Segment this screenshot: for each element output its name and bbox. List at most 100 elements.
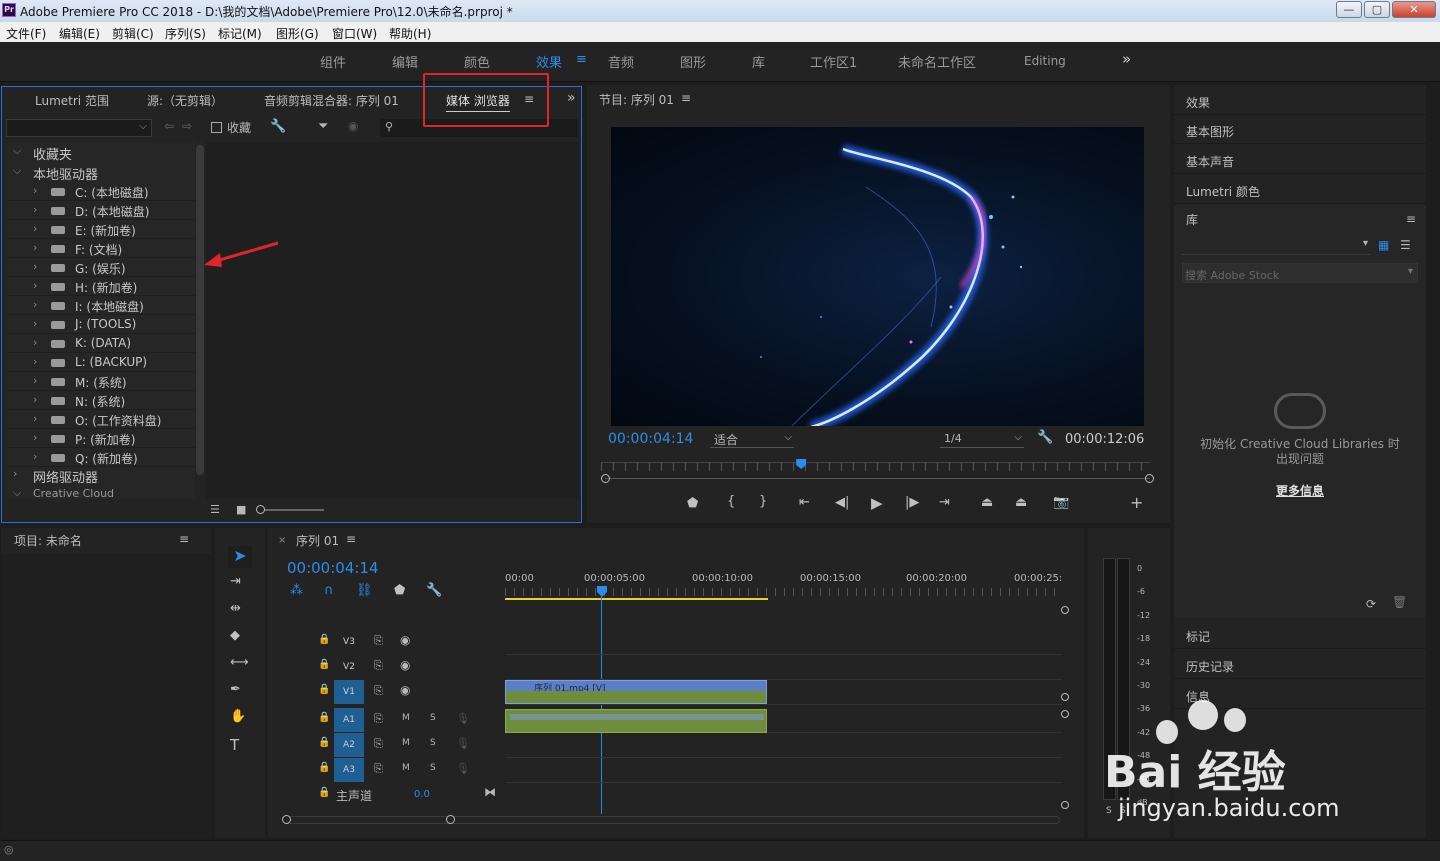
pen-tool-icon[interactable]: ✒ (230, 682, 241, 697)
zoom-slider-handle[interactable] (256, 505, 265, 514)
lock-icon[interactable]: 🔒 (318, 762, 330, 773)
icon-view-icon[interactable]: ■ (236, 503, 246, 516)
close-button[interactable]: ✕ (1392, 1, 1436, 18)
panel-essential-graphics[interactable]: 基本图形 (1174, 115, 1426, 144)
mic-icon[interactable]: 🎙 (456, 712, 470, 725)
quality-dropdown[interactable]: 1/4 ⌵ (940, 430, 1024, 448)
track-select-tool-icon[interactable]: ⇥ (230, 574, 241, 589)
sync-lock-icon[interactable]: ⎘ (374, 659, 383, 673)
eye-icon[interactable]: ◉ (400, 633, 410, 647)
project-title[interactable]: 项目: 未命名 (14, 532, 82, 549)
list-view-icon[interactable]: ☰ (210, 503, 220, 516)
video-clip[interactable]: 序列 01.mp4 [V] (505, 680, 767, 704)
tree-item-drive[interactable]: › D: (本地磁盘) (7, 201, 195, 220)
more-info-link[interactable]: 更多信息 (1174, 482, 1426, 499)
panel-menu-icon[interactable]: ≡ (346, 532, 356, 546)
sync-lock-icon[interactable]: ⎘ (374, 684, 383, 698)
panel-markers[interactable]: 标记 (1174, 620, 1426, 649)
solo-left-button[interactable]: S (1106, 806, 1112, 816)
tree-item-drive[interactable]: › O: (工作资料盘) (7, 410, 195, 429)
tree-item-local-drives[interactable]: ⌵ 本地驱动器 (7, 162, 195, 183)
panel-lumetri-color[interactable]: Lumetri 颜色 (1174, 175, 1426, 204)
minimize-button[interactable]: — (1336, 1, 1362, 18)
workspace-menu-icon[interactable]: ≡ (576, 52, 587, 67)
mic-icon[interactable]: 🎙 (456, 762, 470, 775)
panel-menu-icon[interactable]: ≡ (681, 91, 691, 105)
favorites-checkbox[interactable] (211, 122, 222, 133)
mute-button[interactable]: M (402, 763, 410, 773)
nest-icon[interactable]: ⁂ (290, 583, 303, 598)
workspace-tab-editing[interactable]: 编辑 (392, 52, 418, 71)
export-frame-icon[interactable]: 📷 (1053, 495, 1069, 510)
tree-scrollbar[interactable] (196, 145, 204, 475)
sync-lock-icon[interactable]: ⎘ (374, 712, 383, 726)
lock-icon[interactable]: 🔒 (318, 787, 330, 798)
vscroll-handle-top[interactable] (1061, 606, 1069, 614)
hscroll-end-handle[interactable] (446, 815, 455, 824)
workspace-tab-editing-en[interactable]: Editing (1024, 54, 1066, 68)
audio-track-header[interactable]: 🔒 A1 ⎘ M S 🎙 (270, 708, 506, 732)
tab-source[interactable]: 源:（无剪辑） (147, 92, 223, 109)
linked-selection-icon[interactable]: ⛓ (356, 583, 373, 598)
tree-item-drive[interactable]: › J: (TOOLS) (7, 315, 195, 334)
hscroll-start-handle[interactable] (282, 815, 291, 824)
button-editor-plus-icon[interactable]: + (1130, 493, 1143, 512)
tree-item-drive[interactable]: › G: (娱乐) (7, 258, 195, 277)
track-target[interactable]: A3 (334, 758, 364, 782)
back-arrow-icon[interactable]: ⇦ (164, 119, 174, 133)
panel-menu-icon[interactable]: ≡ (1406, 212, 1416, 226)
tree-item-drive[interactable]: › E: (新加卷) (7, 220, 195, 239)
menu-window[interactable]: 窗口(W) (332, 25, 377, 42)
tree-item-drive[interactable]: › P: (新加卷) (7, 429, 195, 448)
lift-icon[interactable]: ⏏ (981, 495, 993, 510)
menu-edit[interactable]: 编辑(E) (59, 25, 100, 42)
track-target[interactable]: V1 (334, 680, 364, 704)
tree-item-drive[interactable]: › H: (新加卷) (7, 277, 195, 296)
workspace-tab-workspace1[interactable]: 工作区1 (810, 52, 857, 71)
menu-file[interactable]: 文件(F) (6, 25, 46, 42)
panel-info[interactable]: 信息 (1174, 680, 1426, 709)
type-tool-icon[interactable]: T (230, 736, 239, 754)
selection-tool-icon[interactable]: ➤ (228, 546, 252, 568)
go-to-in-icon[interactable]: ⇤ (799, 495, 810, 510)
scrub-bar[interactable] (605, 478, 1150, 479)
panel-menu-icon[interactable]: ≡ (179, 532, 189, 546)
timeline-timecode[interactable]: 00:00:04:14 (287, 559, 379, 577)
hand-tool-icon[interactable]: ✋ (230, 709, 246, 724)
tab-lumetri-scopes[interactable]: Lumetri 范围 (35, 92, 109, 109)
workspace-overflow-icon[interactable]: » (1122, 50, 1131, 68)
master-volume-value[interactable]: 0.0 (414, 789, 430, 800)
fit-dropdown[interactable]: 适合 ⌵ (710, 430, 794, 448)
tree-item-drive[interactable]: › N: (系统) (7, 391, 195, 410)
program-monitor-title[interactable]: 节目: 序列 01 (599, 91, 674, 108)
slip-tool-icon[interactable]: ⟷ (230, 655, 249, 670)
audio-track-header[interactable]: 🔒 A3 ⎘ M S 🎙 (270, 758, 506, 782)
vscroll-handle-mid2[interactable] (1061, 710, 1069, 718)
video-track-header[interactable]: 🔒 V1 ⎘ ◉ (270, 680, 506, 704)
eye-icon[interactable]: ◉ (400, 658, 410, 672)
track-target[interactable]: V3 (334, 630, 364, 654)
sync-lock-icon[interactable]: ⎘ (374, 634, 383, 648)
tree-item-drive[interactable]: › I: (本地磁盘) (7, 296, 195, 315)
mark-out-icon[interactable]: } (759, 494, 767, 509)
mute-button[interactable]: M (402, 713, 410, 723)
panel-effects[interactable]: 效果 (1174, 86, 1426, 115)
track-target[interactable]: V2 (334, 655, 364, 679)
lock-icon[interactable]: 🔒 (318, 712, 330, 723)
zoom-slider[interactable] (258, 509, 324, 511)
tree-item-network-drives[interactable]: › 网络驱动器 (7, 465, 195, 486)
close-tab-icon[interactable]: × (278, 535, 286, 546)
workspace-tab-audio[interactable]: 音频 (608, 52, 634, 71)
mic-icon[interactable]: 🎙 (456, 737, 470, 750)
list-view-icon[interactable]: ☰ (1400, 238, 1411, 252)
scrub-end-handle[interactable] (1145, 474, 1154, 483)
lock-icon[interactable]: 🔒 (318, 737, 330, 748)
tab-audio-clip-mixer[interactable]: 音频剪辑混合器: 序列 01 (264, 92, 399, 109)
audio-track-header[interactable]: 🔒 A2 ⎘ M S 🎙 (270, 733, 506, 757)
workspace-tab-untitled[interactable]: 未命名工作区 (898, 52, 976, 71)
tree-item-drive[interactable]: › C: (本地磁盘) (7, 182, 195, 201)
eye-icon[interactable]: ◉ (400, 683, 410, 697)
timeline-ruler[interactable]: 00:00 00:00:05:00 00:00:10:00 00:00:15:0… (505, 570, 1062, 600)
sync-lock-icon[interactable]: ⎘ (374, 737, 383, 751)
tree-item-creative-cloud[interactable]: ⌵ Creative Cloud (7, 485, 195, 499)
